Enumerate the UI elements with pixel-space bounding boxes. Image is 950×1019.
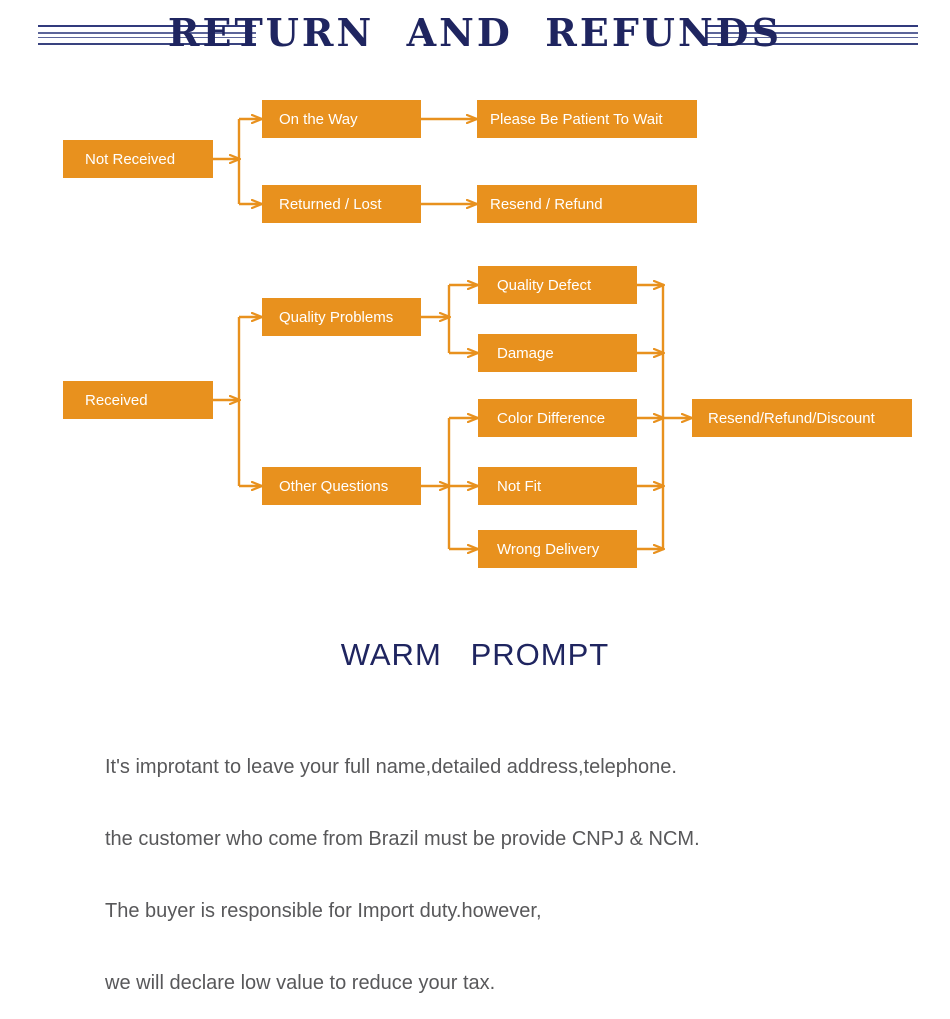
warm-prompt-line-2: the customer who come from Brazil must b… [105,828,700,850]
warm-prompt-line-4: we will declare low value to reduce your… [105,972,496,994]
node-label: Other Questions [279,478,388,495]
warm-prompt-line-1: It's improtant to leave your full name,d… [105,756,677,778]
node-quality-defect[interactable]: Quality Defect [478,266,637,304]
node-label: Quality Defect [497,277,592,294]
page-title: RETURN AND REFUNDS [167,10,783,55]
node-not-received[interactable]: Not Received [63,140,213,178]
warm-prompt-line-3: The buyer is responsible for Import duty… [105,900,542,922]
warm-prompt-body: It's improtant to leave your full name,d… [105,707,905,1019]
node-quality-problems[interactable]: Quality Problems [262,298,421,336]
node-label: On the Way [279,111,358,128]
node-label: Returned / Lost [279,196,382,213]
node-label: Quality Problems [279,309,393,326]
node-label: Color Difference [497,410,605,427]
node-not-fit[interactable]: Not Fit [478,467,637,505]
node-label: Not Received [85,151,175,168]
node-returned-lost[interactable]: Returned / Lost [262,185,421,223]
node-label: Damage [497,345,554,362]
node-please-be-patient-to-wait[interactable]: Please Be Patient To Wait [477,100,697,138]
node-color-difference[interactable]: Color Difference [478,399,637,437]
warm-prompt-title: WARM PROMPT [340,637,610,672]
node-label: Resend / Refund [490,196,603,213]
node-resend-refund-discount[interactable]: Resend/Refund/Discount [692,399,912,437]
node-damage[interactable]: Damage [478,334,637,372]
node-label: Resend/Refund/Discount [708,410,876,427]
page-header: RETURN AND REFUNDS [0,0,950,72]
node-received[interactable]: Received [63,381,213,419]
node-label: Received [85,392,148,409]
node-label: Not Fit [497,478,542,495]
node-label: Please Be Patient To Wait [490,111,663,128]
node-on-the-way[interactable]: On the Way [262,100,421,138]
node-other-questions[interactable]: Other Questions [262,467,421,505]
node-resend-refund[interactable]: Resend / Refund [477,185,697,223]
node-label: Wrong Delivery [497,541,600,558]
returns-flowchart: Not Received On the Way Returned / Lost … [0,80,950,600]
node-wrong-delivery[interactable]: Wrong Delivery [478,530,637,568]
